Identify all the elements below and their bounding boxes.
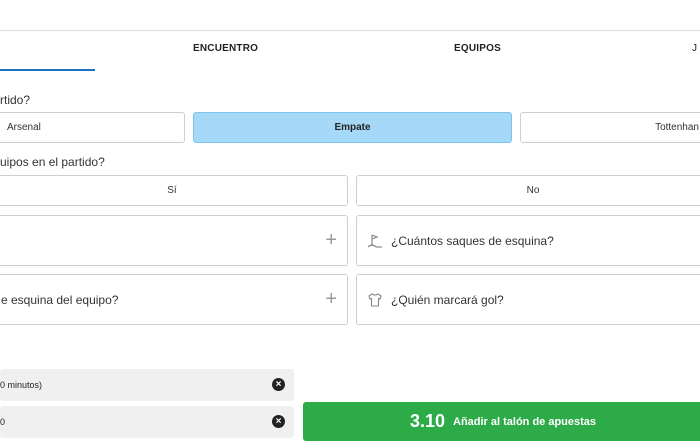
selection-row-1-text: 0 minutos) — [0, 380, 43, 390]
market-card-scorer-label: ¿Quién marcará gol? — [391, 292, 504, 307]
bet-button-label: Añadir al talón de apuestas — [453, 415, 597, 428]
selection-row-1: 0 minutos) × — [0, 369, 294, 401]
add-to-betslip-button[interactable]: 3.10 Añadir al talón de apuestas — [303, 402, 700, 441]
market-card-scorer[interactable]: ¿Quién marcará gol? — [356, 274, 700, 325]
selection-row-2-text: 0 — [0, 417, 6, 427]
shirt-icon — [368, 292, 382, 307]
close-icon[interactable]: × — [272, 415, 285, 428]
bet-odds: 3.10 — [409, 411, 445, 431]
top-divider — [0, 30, 700, 31]
tab-j[interactable]: J — [692, 43, 697, 54]
option-arsenal[interactable]: Arsenal — [0, 112, 185, 143]
tab-equipos[interactable]: EQUIPOS — [454, 43, 501, 54]
question-winner: rtido? — [0, 93, 31, 107]
selection-row-2: 0 × — [0, 406, 294, 438]
corner-flag-icon — [367, 233, 382, 248]
active-tab-indicator — [0, 69, 95, 71]
tab-encuentro[interactable]: ENCUENTRO — [193, 43, 258, 54]
option-empate[interactable]: Empate — [193, 112, 512, 143]
market-card-corners[interactable]: ¿Cuántos saques de esquina? — [356, 215, 700, 266]
plus-icon[interactable]: + — [325, 230, 337, 250]
option-no[interactable]: No — [356, 175, 700, 206]
option-tottenham[interactable]: Tottenhan — [520, 112, 700, 143]
market-card-corners-label: ¿Cuántos saques de esquina? — [391, 233, 554, 248]
market-card-team-corners[interactable]: e esquina del equipo? + — [0, 274, 348, 325]
option-si[interactable]: Sí — [0, 175, 348, 206]
plus-icon[interactable]: + — [325, 289, 337, 309]
market-card-team-corners-label: e esquina del equipo? — [1, 292, 119, 307]
market-card-1[interactable]: + — [0, 215, 348, 266]
question-both-score: uipos en el partido? — [0, 155, 105, 169]
close-icon[interactable]: × — [272, 378, 285, 391]
